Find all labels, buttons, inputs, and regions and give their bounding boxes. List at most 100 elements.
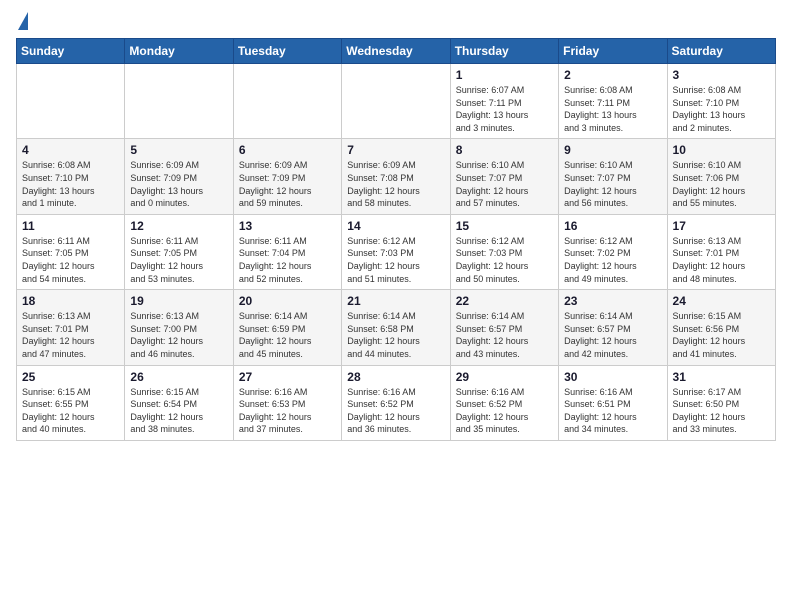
day-number: 15 <box>456 219 553 233</box>
weekday-header-row: SundayMondayTuesdayWednesdayThursdayFrid… <box>17 39 776 64</box>
calendar-week-1: 1 Sunrise: 6:07 AM Sunset: 7:11 PM Daylig… <box>17 64 776 139</box>
day-info: Sunrise: 6:14 AM Sunset: 6:57 PM Dayligh… <box>456 310 553 360</box>
day-number: 13 <box>239 219 336 233</box>
calendar-cell: 26 Sunrise: 6:15 AM Sunset: 6:54 PM Dayli… <box>125 365 233 440</box>
day-number: 24 <box>673 294 770 308</box>
calendar-cell: 16Sunrise: 6:12 AM Sunset: 7:02 PM Dayli… <box>559 214 667 289</box>
calendar-week-4: 18 Sunrise: 6:13 AM Sunset: 7:01 PM Dayli… <box>17 290 776 365</box>
day-number: 25 <box>22 370 119 384</box>
day-number: 31 <box>673 370 770 384</box>
calendar-cell: 20Sunrise: 6:14 AM Sunset: 6:59 PM Dayli… <box>233 290 341 365</box>
calendar-cell <box>342 64 450 139</box>
weekday-header-tuesday: Tuesday <box>233 39 341 64</box>
logo-triangle-icon <box>18 12 28 30</box>
day-info: Sunrise: 6:15 AM Sunset: 6:54 PM Dayligh… <box>130 386 227 436</box>
day-number: 29 <box>456 370 553 384</box>
calendar-cell <box>17 64 125 139</box>
day-info: Sunrise: 6:14 AM Sunset: 6:58 PM Dayligh… <box>347 310 444 360</box>
day-number: 22 <box>456 294 553 308</box>
day-info: Sunrise: 6:11 AM Sunset: 7:04 PM Dayligh… <box>239 235 336 285</box>
weekday-header-friday: Friday <box>559 39 667 64</box>
weekday-header-sunday: Sunday <box>17 39 125 64</box>
day-number: 17 <box>673 219 770 233</box>
calendar-cell: 24 Sunrise: 6:15 AM Sunset: 6:56 PM Dayli… <box>667 290 775 365</box>
calendar-week-2: 4 Sunrise: 6:08 AM Sunset: 7:10 PM Daylig… <box>17 139 776 214</box>
day-info: Sunrise: 6:10 AM Sunset: 7:07 PM Dayligh… <box>456 159 553 209</box>
weekday-header-thursday: Thursday <box>450 39 558 64</box>
day-number: 7 <box>347 143 444 157</box>
calendar-cell: 4 Sunrise: 6:08 AM Sunset: 7:10 PM Daylig… <box>17 139 125 214</box>
day-number: 28 <box>347 370 444 384</box>
day-number: 30 <box>564 370 661 384</box>
calendar-cell <box>233 64 341 139</box>
day-number: 8 <box>456 143 553 157</box>
day-info: Sunrise: 6:11 AM Sunset: 7:05 PM Dayligh… <box>22 235 119 285</box>
calendar-cell: 7 Sunrise: 6:09 AM Sunset: 7:08 PM Daylig… <box>342 139 450 214</box>
day-number: 1 <box>456 68 553 82</box>
day-number: 11 <box>22 219 119 233</box>
day-number: 18 <box>22 294 119 308</box>
day-info: Sunrise: 6:13 AM Sunset: 7:01 PM Dayligh… <box>673 235 770 285</box>
calendar-cell <box>125 64 233 139</box>
day-info: Sunrise: 6:12 AM Sunset: 7:02 PM Dayligh… <box>564 235 661 285</box>
calendar-week-5: 25 Sunrise: 6:15 AM Sunset: 6:55 PM Dayli… <box>17 365 776 440</box>
calendar-cell: 6Sunrise: 6:09 AM Sunset: 7:09 PM Daylig… <box>233 139 341 214</box>
calendar-cell: 11 Sunrise: 6:11 AM Sunset: 7:05 PM Dayli… <box>17 214 125 289</box>
day-info: Sunrise: 6:09 AM Sunset: 7:09 PM Dayligh… <box>130 159 227 209</box>
day-info: Sunrise: 6:15 AM Sunset: 6:56 PM Dayligh… <box>673 310 770 360</box>
day-info: Sunrise: 6:14 AM Sunset: 6:59 PM Dayligh… <box>239 310 336 360</box>
calendar-cell: 18 Sunrise: 6:13 AM Sunset: 7:01 PM Dayli… <box>17 290 125 365</box>
calendar-cell: 30 Sunrise: 6:16 AM Sunset: 6:51 PM Dayli… <box>559 365 667 440</box>
calendar-table: SundayMondayTuesdayWednesdayThursdayFrid… <box>16 38 776 441</box>
day-number: 10 <box>673 143 770 157</box>
day-number: 12 <box>130 219 227 233</box>
calendar-body: 1 Sunrise: 6:07 AM Sunset: 7:11 PM Daylig… <box>17 64 776 441</box>
day-info: Sunrise: 6:11 AM Sunset: 7:05 PM Dayligh… <box>130 235 227 285</box>
weekday-header-monday: Monday <box>125 39 233 64</box>
calendar-cell: 15 Sunrise: 6:12 AM Sunset: 7:03 PM Dayli… <box>450 214 558 289</box>
day-info: Sunrise: 6:08 AM Sunset: 7:10 PM Dayligh… <box>22 159 119 209</box>
calendar-cell: 3Sunrise: 6:08 AM Sunset: 7:10 PM Daylig… <box>667 64 775 139</box>
day-info: Sunrise: 6:10 AM Sunset: 7:07 PM Dayligh… <box>564 159 661 209</box>
calendar-cell: 13 Sunrise: 6:11 AM Sunset: 7:04 PM Dayli… <box>233 214 341 289</box>
day-info: Sunrise: 6:15 AM Sunset: 6:55 PM Dayligh… <box>22 386 119 436</box>
day-info: Sunrise: 6:13 AM Sunset: 7:01 PM Dayligh… <box>22 310 119 360</box>
calendar-cell: 21 Sunrise: 6:14 AM Sunset: 6:58 PM Dayli… <box>342 290 450 365</box>
day-number: 3 <box>673 68 770 82</box>
calendar-cell: 14Sunrise: 6:12 AM Sunset: 7:03 PM Dayli… <box>342 214 450 289</box>
day-number: 9 <box>564 143 661 157</box>
day-info: Sunrise: 6:08 AM Sunset: 7:11 PM Dayligh… <box>564 84 661 134</box>
day-info: Sunrise: 6:07 AM Sunset: 7:11 PM Dayligh… <box>456 84 553 134</box>
calendar-cell: 9 Sunrise: 6:10 AM Sunset: 7:07 PM Daylig… <box>559 139 667 214</box>
calendar-cell: 10 Sunrise: 6:10 AM Sunset: 7:06 PM Dayli… <box>667 139 775 214</box>
calendar-cell: 31Sunrise: 6:17 AM Sunset: 6:50 PM Dayli… <box>667 365 775 440</box>
day-number: 14 <box>347 219 444 233</box>
day-info: Sunrise: 6:16 AM Sunset: 6:51 PM Dayligh… <box>564 386 661 436</box>
day-info: Sunrise: 6:12 AM Sunset: 7:03 PM Dayligh… <box>456 235 553 285</box>
day-number: 27 <box>239 370 336 384</box>
day-info: Sunrise: 6:10 AM Sunset: 7:06 PM Dayligh… <box>673 159 770 209</box>
header <box>16 16 776 30</box>
weekday-header-wednesday: Wednesday <box>342 39 450 64</box>
day-info: Sunrise: 6:16 AM Sunset: 6:52 PM Dayligh… <box>456 386 553 436</box>
day-number: 4 <box>22 143 119 157</box>
calendar-cell: 5Sunrise: 6:09 AM Sunset: 7:09 PM Daylig… <box>125 139 233 214</box>
day-info: Sunrise: 6:13 AM Sunset: 7:00 PM Dayligh… <box>130 310 227 360</box>
day-info: Sunrise: 6:14 AM Sunset: 6:57 PM Dayligh… <box>564 310 661 360</box>
day-number: 19 <box>130 294 227 308</box>
calendar-cell: 1 Sunrise: 6:07 AM Sunset: 7:11 PM Daylig… <box>450 64 558 139</box>
calendar-cell: 22 Sunrise: 6:14 AM Sunset: 6:57 PM Dayli… <box>450 290 558 365</box>
calendar-cell: 23Sunrise: 6:14 AM Sunset: 6:57 PM Dayli… <box>559 290 667 365</box>
calendar-header: SundayMondayTuesdayWednesdayThursdayFrid… <box>17 39 776 64</box>
calendar-cell: 8 Sunrise: 6:10 AM Sunset: 7:07 PM Daylig… <box>450 139 558 214</box>
day-number: 21 <box>347 294 444 308</box>
day-info: Sunrise: 6:09 AM Sunset: 7:08 PM Dayligh… <box>347 159 444 209</box>
day-number: 26 <box>130 370 227 384</box>
day-number: 6 <box>239 143 336 157</box>
day-number: 2 <box>564 68 661 82</box>
calendar-cell: 19 Sunrise: 6:13 AM Sunset: 7:00 PM Dayli… <box>125 290 233 365</box>
calendar-cell: 27Sunrise: 6:16 AM Sunset: 6:53 PM Dayli… <box>233 365 341 440</box>
logo <box>16 16 28 30</box>
calendar-cell: 29 Sunrise: 6:16 AM Sunset: 6:52 PM Dayli… <box>450 365 558 440</box>
day-info: Sunrise: 6:16 AM Sunset: 6:52 PM Dayligh… <box>347 386 444 436</box>
